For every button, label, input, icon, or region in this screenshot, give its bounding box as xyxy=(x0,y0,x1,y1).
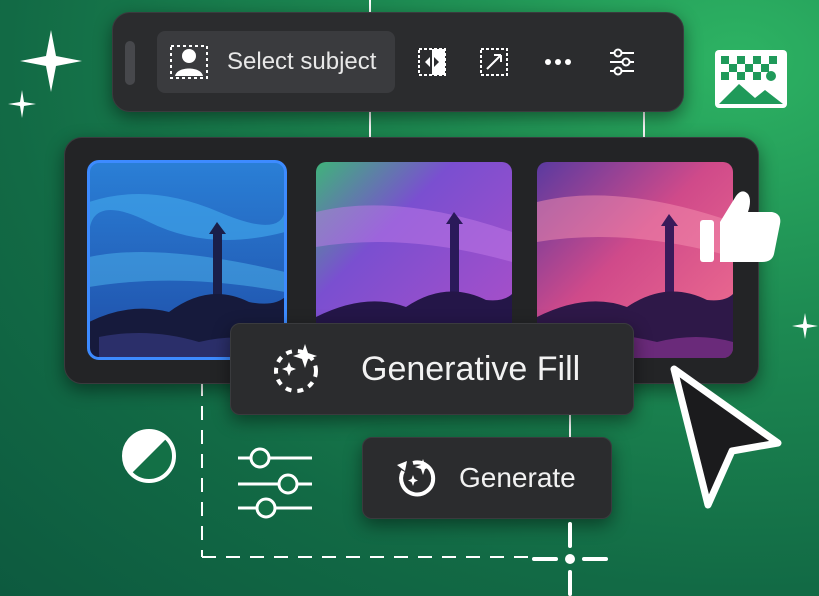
contrast-icon xyxy=(122,429,176,483)
crosshair-icon xyxy=(532,522,608,596)
generate-icon xyxy=(397,459,436,497)
small-sparkle-icon xyxy=(8,90,36,118)
subject-icon xyxy=(170,45,208,79)
thumbs-up-icon xyxy=(700,191,781,262)
sparkle-icon xyxy=(20,30,82,92)
settings-sliders-icon[interactable] xyxy=(605,45,639,79)
select-subject-label: Select subject xyxy=(227,48,377,75)
generative-fill-label: Generative Fill xyxy=(361,349,581,388)
adjustments-icon xyxy=(238,447,312,519)
transparent-image-icon xyxy=(715,50,787,108)
generate-label: Generate xyxy=(459,462,576,493)
generate-button[interactable]: Generate xyxy=(362,437,612,519)
more-icon[interactable] xyxy=(541,45,575,79)
drag-handle[interactable] xyxy=(125,41,135,85)
generative-fill-icon xyxy=(274,344,318,393)
swap-image-icon[interactable] xyxy=(415,45,449,79)
transform-icon[interactable] xyxy=(477,45,511,79)
sparkle-right-icon xyxy=(792,313,818,339)
select-subject-button[interactable]: Select subject xyxy=(157,31,395,93)
contextual-toolbar: Select subject xyxy=(112,12,684,112)
generative-fill-button[interactable]: Generative Fill xyxy=(230,323,634,415)
cursor-pointer-icon xyxy=(670,365,782,509)
